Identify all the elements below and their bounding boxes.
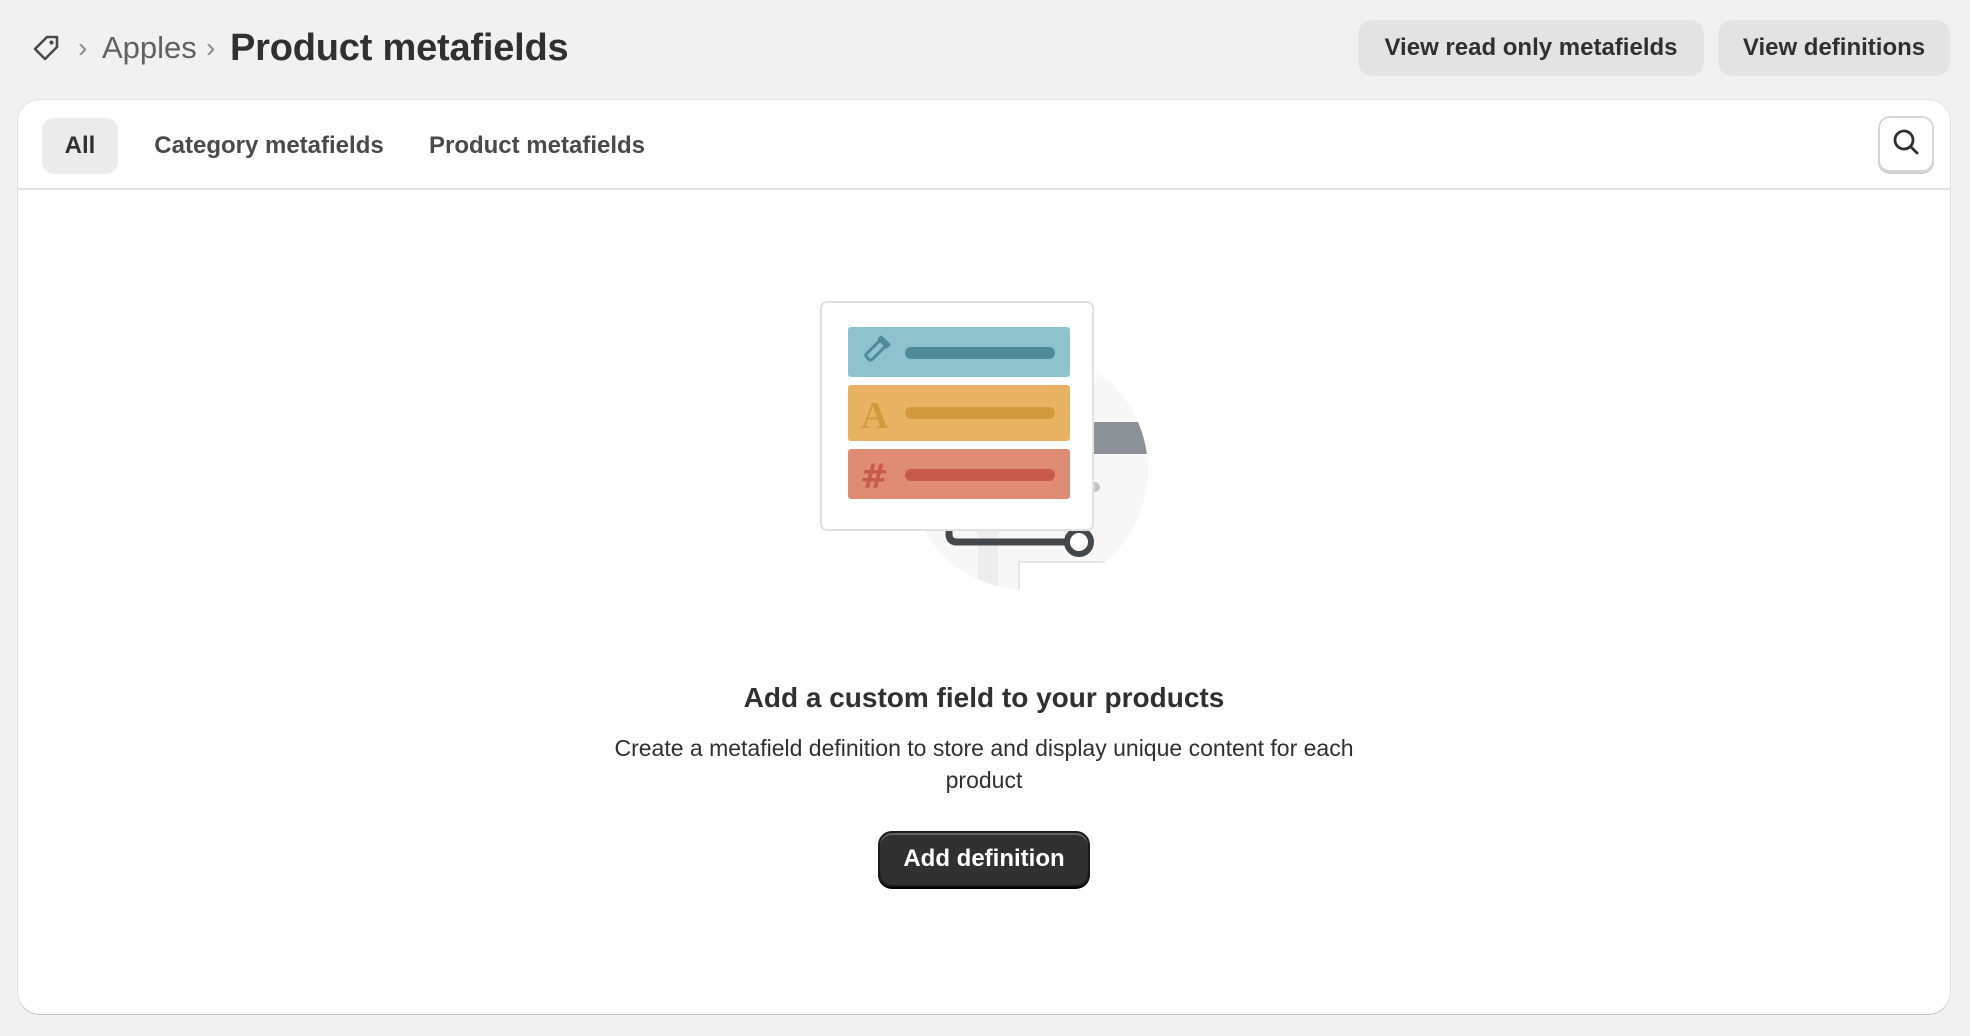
svg-text:#: # <box>860 457 889 497</box>
tag-icon[interactable] <box>30 32 62 64</box>
view-definitions-button[interactable]: View definitions <box>1718 20 1950 76</box>
tab-bar: All Category metafields Product metafiel… <box>18 100 1950 190</box>
tab-category-metafields[interactable]: Category metafields <box>138 118 400 174</box>
metafields-card: All Category metafields Product metafiel… <box>18 100 1950 1014</box>
search-icon <box>1891 127 1921 162</box>
empty-state-description: Create a metafield definition to store a… <box>614 735 1354 793</box>
breadcrumb-separator: › <box>78 32 88 63</box>
view-read-only-metafields-button[interactable]: View read only metafields <box>1358 20 1704 76</box>
breadcrumb-separator: › <box>206 32 216 63</box>
tab-all[interactable]: All <box>42 118 118 174</box>
add-definition-button[interactable]: Add definition <box>878 831 1090 887</box>
breadcrumb-link-apples[interactable]: Apples <box>102 28 197 68</box>
search-button[interactable] <box>1878 116 1934 172</box>
svg-text:A: A <box>861 395 889 437</box>
empty-state-heading: Add a custom field to your products <box>743 682 1225 713</box>
metafield-illustration: A # <box>793 290 1213 620</box>
page-title: Product metafields <box>230 27 569 69</box>
tab-product-metafields[interactable]: Product metafields <box>414 118 660 174</box>
page-header: › Apples › Product metafields View read … <box>0 0 1970 96</box>
